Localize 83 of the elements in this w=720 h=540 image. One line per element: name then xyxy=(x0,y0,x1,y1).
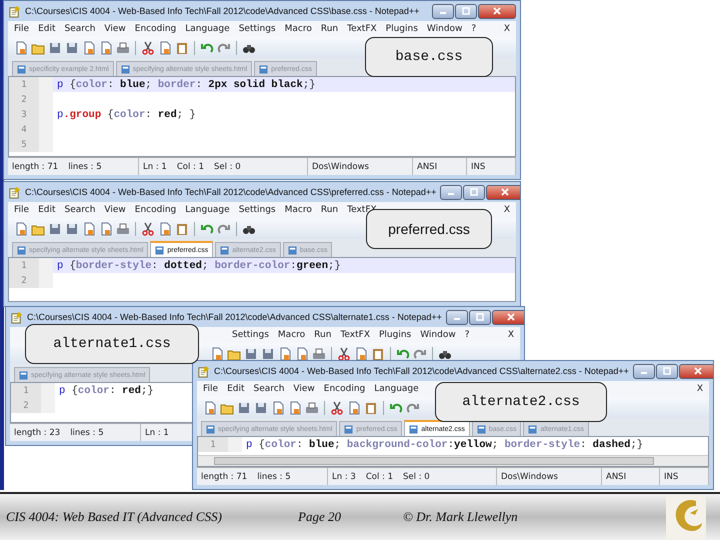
status-text: INS xyxy=(664,472,678,482)
code-line: p.group {color: red; } xyxy=(56,108,196,120)
window-title: C:\Courses\CIS 4004 - Web-Based Info Tech\Fall 2012\code\Advanced CSS\alternate1.css - Notepad++ xyxy=(27,312,442,322)
menu-item[interactable]: File xyxy=(203,384,218,394)
menu-item[interactable]: File xyxy=(14,205,30,215)
status-text: Dos\Windows xyxy=(312,162,369,172)
menu-item[interactable]: Search xyxy=(64,205,96,215)
code-line: p {color: blue; border: 2px solid black;} xyxy=(56,78,316,90)
menu-item[interactable]: Run xyxy=(320,24,338,34)
code-line: p {color: blue; background-color:yellow; border-style: dashed;} xyxy=(245,438,644,450)
menu-item[interactable]: View xyxy=(104,24,126,34)
course-title: CIS 4004: Web Based IT (Advanced CSS) xyxy=(6,509,223,525)
line-number: 5 xyxy=(9,137,53,152)
status-text: lines : 5 xyxy=(68,162,102,172)
menu-item[interactable]: Language xyxy=(185,205,230,215)
menu-item[interactable]: Window xyxy=(420,330,456,340)
menu-item[interactable]: Run xyxy=(320,205,338,215)
menu-item[interactable]: Macro xyxy=(284,24,312,34)
close-document-button[interactable]: X xyxy=(504,205,510,215)
menu-item[interactable]: Language xyxy=(185,24,230,34)
status-text: Sel : 0 xyxy=(403,472,430,482)
callout-label: alternate2.css xyxy=(435,382,607,422)
window-title: C:\Courses\CIS 4004 - Web-Based Info Tech\Fall 2012\code\Advanced CSS\preferred.css - Notepad++ xyxy=(25,187,436,197)
status-text: Dos\Windows xyxy=(501,472,558,482)
menu-item[interactable]: ? xyxy=(464,330,470,340)
menu-item[interactable]: Encoding xyxy=(134,205,176,215)
status-text: Col : 1 xyxy=(366,472,393,482)
code-line: p {color: red;} xyxy=(58,384,154,396)
line-number: 3 xyxy=(9,107,53,122)
window-title: C:\Courses\CIS 4004 - Web-Based Info Tech\Fall 2012\code\Advanced CSS\base.css - Notepad++ xyxy=(25,6,420,16)
status-text: Sel : 0 xyxy=(214,162,241,172)
status-text: ANSI xyxy=(417,162,438,172)
status-text: length : 71 xyxy=(12,162,58,172)
line-number: 1 xyxy=(198,437,242,452)
author-credit: © Dr. Mark Llewellyn xyxy=(403,509,518,525)
menu-item[interactable]: Window xyxy=(426,24,462,34)
status-text: lines : 5 xyxy=(70,428,104,438)
menu-item[interactable]: Run xyxy=(314,330,332,340)
line-number: 2 xyxy=(11,398,55,413)
status-text: Col : 1 xyxy=(176,162,204,172)
callout-label: base.css xyxy=(365,37,493,77)
menu-item[interactable]: ? xyxy=(471,24,476,34)
menu-item[interactable]: Encoding xyxy=(324,384,366,394)
code-line: p {border-style: dotted; border-color:green;} xyxy=(56,260,341,272)
line-number: 1 xyxy=(11,383,55,398)
callout-label: alternate1.css xyxy=(25,324,199,364)
status-text: INS xyxy=(471,162,486,172)
status-text: length : 71 xyxy=(201,472,248,482)
line-number: 1 xyxy=(9,77,53,92)
status-text: ANSI xyxy=(606,472,626,482)
line-number: 1 xyxy=(9,258,53,273)
menu-item[interactable]: View xyxy=(293,384,315,394)
menu-item[interactable]: TextFX xyxy=(340,330,370,340)
page-number: Page 20 xyxy=(298,509,342,525)
menu-item[interactable]: Edit xyxy=(38,205,56,215)
menu-item[interactable]: Settings xyxy=(232,330,269,340)
menu-item[interactable]: Settings xyxy=(238,24,276,34)
menu-item[interactable]: View xyxy=(104,205,126,215)
status-text: Ln : 1 xyxy=(145,428,169,438)
menu-item[interactable]: Plugins xyxy=(378,330,412,340)
menu-item[interactable]: Plugins xyxy=(386,24,418,34)
menu-item[interactable]: Encoding xyxy=(134,24,176,34)
menu-item[interactable]: File xyxy=(14,24,30,34)
close-document-button[interactable]: X xyxy=(696,384,703,394)
menu-item[interactable]: Search xyxy=(254,384,284,394)
menu-item[interactable]: Language xyxy=(374,384,419,394)
line-number: 4 xyxy=(9,122,53,137)
status-text: Ln : 3 xyxy=(332,472,356,482)
line-number: 2 xyxy=(9,273,53,288)
window-title: C:\Courses\CIS 4004 - Web-Based Info Tech\Fall 2012\code\Advanced CSS\alternate2.css - Notepad++ xyxy=(214,366,629,376)
menu-item[interactable]: TextFX xyxy=(347,24,377,34)
menu-item[interactable]: Macro xyxy=(278,330,306,340)
close-document-button[interactable]: X xyxy=(504,24,510,34)
status-text: length : 23 xyxy=(14,428,60,438)
close-document-button[interactable]: X xyxy=(508,330,514,340)
status-text: Ln : 1 xyxy=(143,162,167,172)
status-text: lines : 5 xyxy=(257,472,291,482)
menu-item[interactable]: Macro xyxy=(284,205,312,215)
line-number: 2 xyxy=(9,92,53,107)
menu-item[interactable]: Edit xyxy=(227,384,244,394)
menu-item[interactable]: Settings xyxy=(238,205,276,215)
menu-item[interactable]: Edit xyxy=(38,24,56,34)
menu-item[interactable]: Search xyxy=(64,24,96,34)
